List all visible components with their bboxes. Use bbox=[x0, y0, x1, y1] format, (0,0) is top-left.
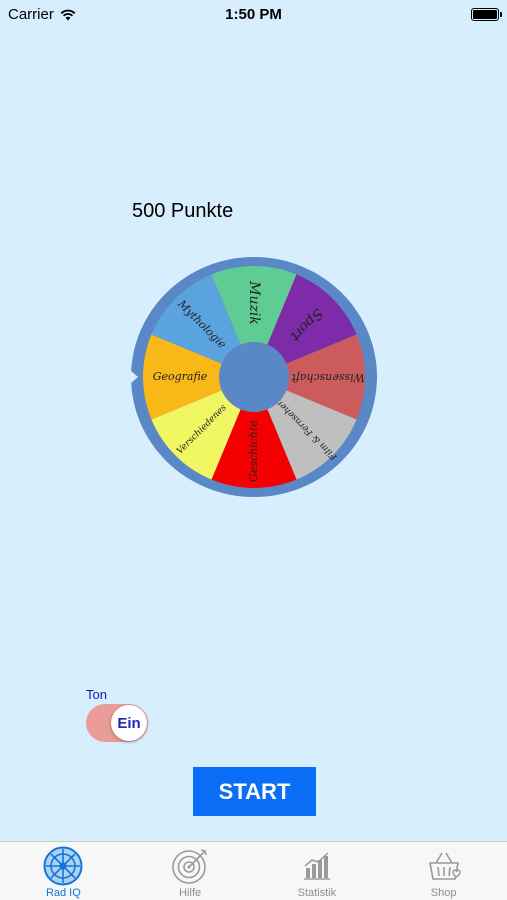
bar-chart-icon bbox=[296, 846, 338, 886]
points-label: 500 Punkte bbox=[132, 200, 234, 222]
wheel-segment-label: Geografie bbox=[153, 370, 208, 383]
sound-toggle-knob: Ein bbox=[111, 705, 147, 741]
start-button[interactable]: START bbox=[193, 767, 316, 816]
battery-icon bbox=[471, 8, 502, 21]
tab-label: Hilfe bbox=[179, 887, 202, 899]
wheel-segment-label: Geschichte bbox=[247, 420, 260, 482]
status-bar: Carrier 1:50 PM bbox=[0, 0, 507, 28]
wheel-segment-label: Wissenschaft bbox=[291, 371, 365, 384]
tab-label: Shop bbox=[430, 887, 457, 899]
sound-label: Ton bbox=[86, 687, 107, 702]
tab-label: Statistik bbox=[297, 887, 337, 899]
category-wheel[interactable]: Muzik SportWissenschaftFilm & FernsehenGe… bbox=[130, 256, 378, 498]
basket-icon bbox=[423, 846, 465, 886]
tab-bar: Rad IQ Hilfe Statistik Shop bbox=[0, 841, 507, 900]
target-icon bbox=[169, 846, 211, 886]
tab-label: Rad IQ bbox=[45, 887, 81, 899]
tab-rad-iq[interactable]: Rad IQ bbox=[0, 842, 127, 900]
tab-hilfe[interactable]: Hilfe bbox=[127, 842, 254, 900]
wheel-icon bbox=[42, 846, 84, 886]
wheel-segment-label: Muzik bbox=[246, 280, 262, 325]
tab-shop[interactable]: Shop bbox=[380, 842, 507, 900]
tab-statistik[interactable]: Statistik bbox=[254, 842, 381, 900]
status-time: 1:50 PM bbox=[225, 6, 282, 23]
sound-toggle[interactable]: Ein bbox=[86, 704, 148, 742]
wheel-hub bbox=[219, 342, 289, 412]
